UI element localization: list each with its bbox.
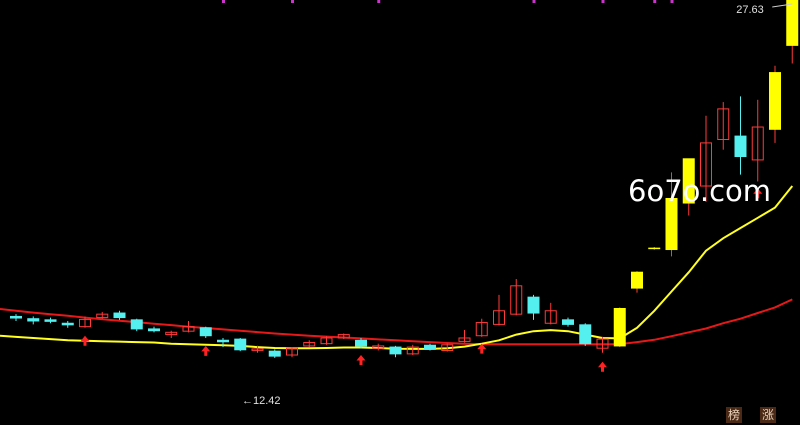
- candle-body: [199, 327, 212, 337]
- top-marker: [532, 0, 536, 3]
- top-marker: [377, 0, 381, 3]
- candle-body: [217, 339, 229, 343]
- candle-body: [613, 308, 626, 347]
- candle-body: [355, 339, 367, 347]
- candle-body: [268, 350, 281, 357]
- candle-body: [527, 296, 540, 314]
- candle-body: [148, 328, 160, 332]
- top-marker: [653, 0, 657, 3]
- ranking-badge[interactable]: 榜: [726, 407, 742, 423]
- candle-body: [562, 319, 574, 325]
- candle-body: [579, 324, 592, 345]
- candle-body: [734, 135, 747, 158]
- candlestick-chart: 27.63 ←12.42 6o7o.com: [0, 0, 800, 425]
- candle-body: [61, 322, 74, 326]
- top-marker: [222, 0, 225, 3]
- candle-body: [10, 315, 22, 319]
- candle-body: [130, 319, 143, 330]
- high-price-label: 27.63: [736, 4, 764, 16]
- candle-body: [234, 338, 247, 351]
- candle-body: [44, 319, 57, 322]
- top-marker: [601, 0, 605, 3]
- watermark-text: 6o7o.com: [628, 174, 771, 208]
- candle-body: [113, 312, 126, 319]
- candle-body: [424, 344, 436, 350]
- top-marker: [670, 0, 674, 3]
- candle-body: [769, 72, 781, 130]
- low-price-label: ←12.42: [242, 395, 281, 407]
- chart-background: [0, 0, 800, 425]
- rise-badge[interactable]: 涨: [760, 407, 776, 423]
- candle-body: [27, 318, 40, 322]
- top-marker: [291, 0, 294, 3]
- candle-body: [786, 0, 799, 46]
- candle-body: [631, 271, 643, 289]
- candle-body: [389, 346, 402, 355]
